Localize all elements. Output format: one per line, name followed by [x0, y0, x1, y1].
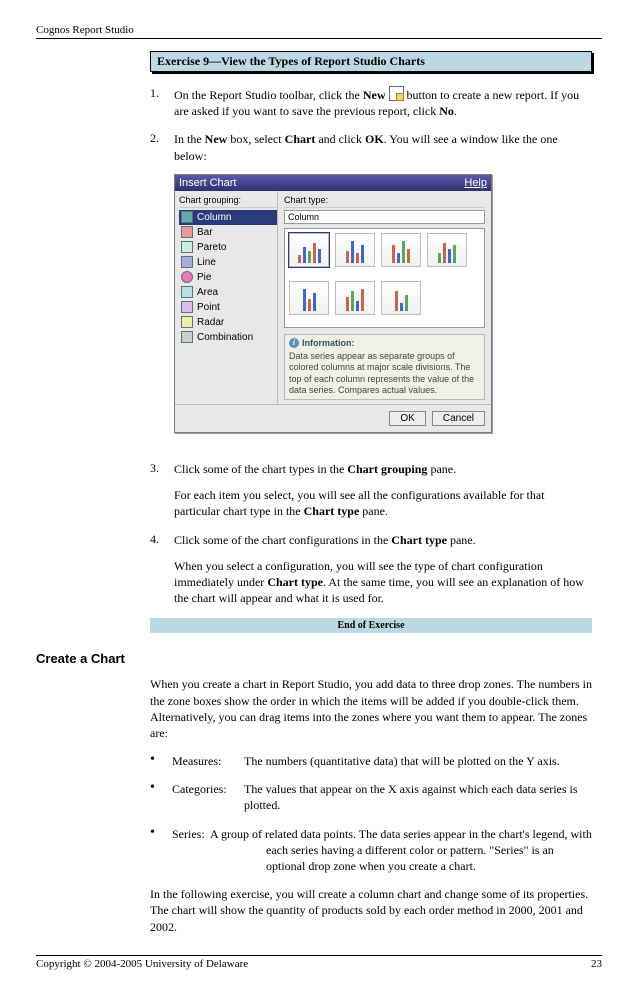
zone-definition: The values that appear on the X axis aga… [244, 781, 592, 813]
step-number: 3. [150, 461, 174, 520]
zone-label: Measures: [172, 753, 244, 769]
footer-copyright: Copyright © 2004-2005 University of Dela… [36, 958, 248, 970]
group-item-point[interactable]: Point [179, 300, 277, 315]
group-item-radar[interactable]: Radar [179, 315, 277, 330]
dialog-titlebar: Insert Chart Help [175, 175, 491, 191]
combination-icon [181, 331, 193, 343]
exercise-title: Exercise 9—View the Types of Report Stud… [157, 54, 425, 68]
new-document-icon [389, 86, 404, 101]
chart-type-pane: Chart type: Column [278, 191, 491, 404]
step-number: 4. [150, 532, 174, 607]
section-heading: Create a Chart [36, 651, 602, 666]
zone-definition: The numbers (quantitative data) that wil… [244, 753, 560, 769]
ok-button[interactable]: OK [389, 411, 425, 426]
bar-icon [181, 226, 193, 238]
chart-thumb[interactable] [335, 281, 375, 315]
list-item-categories: • Categories: The values that appear on … [150, 781, 592, 813]
step-1: 1. On the Report Studio toolbar, click t… [150, 86, 592, 119]
zone-label: Series: [172, 827, 205, 841]
zone-list: • Measures: The numbers (quantitative da… [150, 753, 592, 874]
chart-thumb[interactable] [381, 233, 421, 267]
group-item-bar[interactable]: Bar [179, 225, 277, 240]
group-item-combination[interactable]: Combination [179, 330, 277, 345]
chart-grouping-header: Chart grouping: [179, 195, 277, 208]
list-item-series: • Series: A group of related data points… [150, 826, 592, 875]
chart-type-previews [284, 228, 485, 328]
list-item-measures: • Measures: The numbers (quantitative da… [150, 753, 592, 769]
group-item-column[interactable]: Column [179, 210, 277, 225]
step-4-text: Click some of the chart configurations i… [174, 532, 592, 548]
dialog-footer: OK Cancel [175, 404, 491, 432]
step-number: 2. [150, 131, 174, 449]
exercise-title-box: Exercise 9—View the Types of Report Stud… [150, 51, 592, 72]
chart-thumb[interactable] [381, 281, 421, 315]
chart-type-selected: Column [284, 210, 485, 224]
step-4: 4. Click some of the chart configuration… [150, 532, 592, 607]
page-header: Cognos Report Studio [36, 24, 602, 39]
section-intro: When you create a chart in Report Studio… [150, 676, 592, 741]
column-icon [181, 211, 193, 223]
chart-thumb[interactable] [289, 233, 329, 267]
dialog-info-box: Information: Data series appear as separ… [284, 334, 485, 400]
group-item-area[interactable]: Area [179, 285, 277, 300]
group-item-line[interactable]: Line [179, 255, 277, 270]
zone-definition-cont: each series having a different color or … [266, 842, 592, 874]
dialog-title: Insert Chart [179, 177, 236, 189]
step-3-text: Click some of the chart types in the Cha… [174, 461, 592, 477]
step-3-explanation: For each item you select, you will see a… [174, 487, 592, 519]
chart-thumb[interactable] [289, 281, 329, 315]
pie-icon [181, 271, 193, 283]
chart-grouping-pane: Chart grouping: Column Bar Pareto Line P… [175, 191, 278, 404]
end-of-exercise-bar: End of Exercise [150, 618, 592, 633]
area-icon [181, 286, 193, 298]
pareto-icon [181, 241, 193, 253]
footer-page-number: 23 [591, 958, 602, 970]
bullet-icon: • [150, 781, 172, 813]
zone-label: Categories: [172, 781, 244, 813]
line-icon [181, 256, 193, 268]
page-footer: Copyright © 2004-2005 University of Dela… [36, 955, 602, 970]
group-item-pareto[interactable]: Pareto [179, 240, 277, 255]
info-text: Data series appear as separate groups of… [289, 351, 480, 396]
info-heading: Information: [289, 338, 480, 349]
step-2: 2. In the New box, select Chart and clic… [150, 131, 592, 449]
dialog-help-link[interactable]: Help [464, 177, 487, 189]
chart-thumb[interactable] [427, 233, 467, 267]
group-item-pie[interactable]: Pie [179, 270, 277, 285]
main-content: Exercise 9—View the Types of Report Stud… [150, 51, 592, 633]
step-3: 3. Click some of the chart types in the … [150, 461, 592, 520]
chart-thumb[interactable] [335, 233, 375, 267]
section-closing: In the following exercise, you will crea… [150, 886, 592, 935]
bullet-icon: • [150, 826, 172, 875]
step-number: 1. [150, 86, 174, 119]
step-1-text: On the Report Studio toolbar, click the … [174, 86, 592, 119]
insert-chart-dialog: Insert Chart Help Chart grouping: Column… [174, 174, 492, 433]
step-4-explanation: When you select a configuration, you wil… [174, 558, 592, 607]
header-title: Cognos Report Studio [36, 24, 134, 36]
section-body: When you create a chart in Report Studio… [150, 676, 592, 934]
zone-definition: A group of related data points. The data… [210, 827, 592, 841]
cancel-button[interactable]: Cancel [432, 411, 485, 426]
radar-icon [181, 316, 193, 328]
point-icon [181, 301, 193, 313]
chart-type-header: Chart type: [284, 195, 485, 208]
step-2-text: In the New box, select Chart and click O… [174, 131, 592, 163]
bullet-icon: • [150, 753, 172, 769]
exercise-steps: 1. On the Report Studio toolbar, click t… [150, 86, 592, 606]
